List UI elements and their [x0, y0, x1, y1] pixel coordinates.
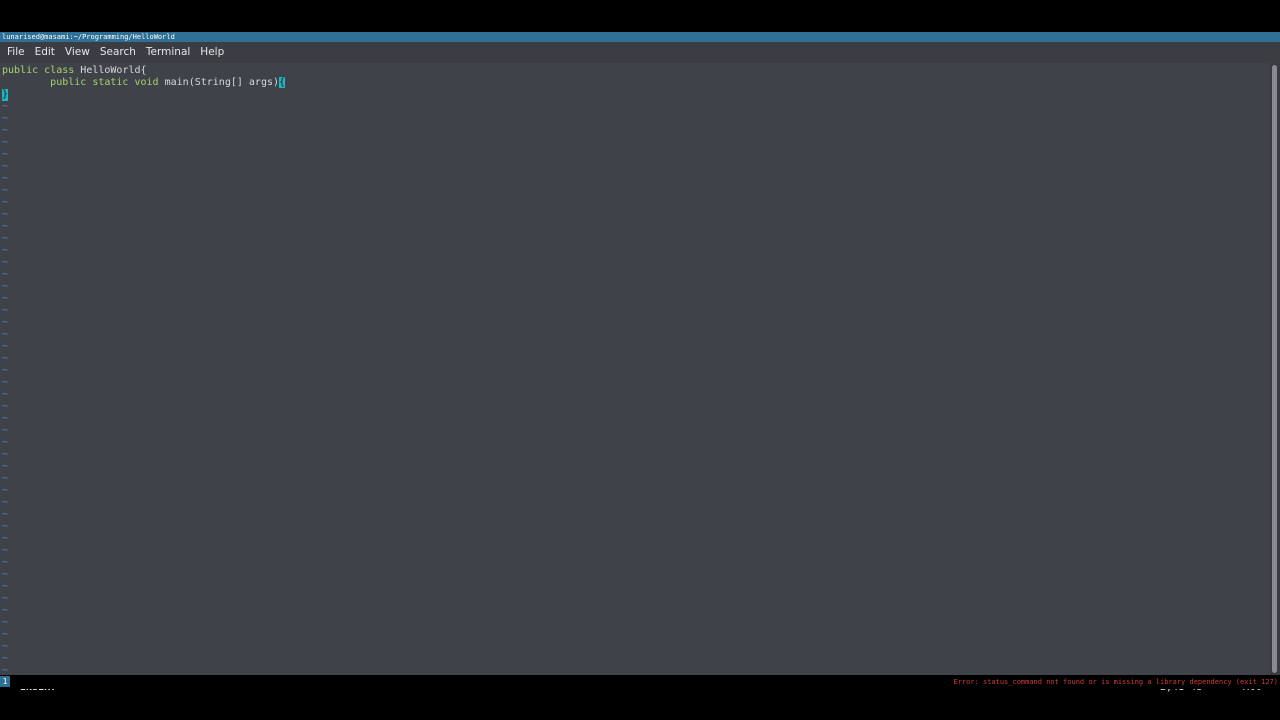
- empty-line-tilde: ~: [2, 545, 9, 556]
- empty-line-tilde: ~: [2, 125, 9, 136]
- empty-line-tilde: ~: [2, 617, 9, 628]
- class-name: HelloWorld: [80, 65, 141, 76]
- terminal-window: lunarised@masami:~/Programming/HelloWorl…: [0, 32, 1280, 693]
- empty-line-tilde: ~: [2, 173, 9, 184]
- keyword-public: public: [2, 65, 39, 76]
- empty-line-tilde: ~: [2, 581, 9, 592]
- empty-line-tilde: ~: [2, 257, 9, 268]
- empty-line-tilde: ~: [2, 401, 9, 412]
- window-titlebar[interactable]: lunarised@masami:~/Programming/HelloWorl…: [0, 32, 1280, 42]
- empty-line-tilde: ~: [2, 629, 9, 640]
- empty-line-tilde: ~: [2, 533, 9, 544]
- keyword-public: public: [50, 77, 87, 88]
- empty-line-tilde: ~: [2, 437, 9, 448]
- menu-help[interactable]: Help: [195, 42, 229, 63]
- text-cursor: }: [2, 89, 9, 101]
- menu-view[interactable]: View: [60, 42, 95, 63]
- empty-line-tilde: ~: [2, 233, 9, 244]
- empty-line-tilde: ~: [2, 497, 9, 508]
- empty-line-tilde: ~: [2, 473, 9, 484]
- empty-line-tilde: ~: [2, 509, 9, 520]
- empty-line-tilde: ~: [2, 305, 9, 316]
- empty-line-tilde: ~: [2, 389, 9, 400]
- empty-line-tilde: ~: [2, 269, 9, 280]
- keyword-class: class: [44, 65, 75, 76]
- open-brace: {: [140, 65, 147, 76]
- empty-line-tilde: ~: [2, 377, 9, 388]
- menu-edit[interactable]: Edit: [30, 42, 60, 63]
- code-line-1: public class HelloWorld{: [2, 65, 147, 77]
- empty-line-tilde: ~: [2, 281, 9, 292]
- menubar: File Edit View Search Terminal Help: [0, 42, 1280, 63]
- empty-line-tilde: ~: [2, 557, 9, 568]
- scrollbar-thumb[interactable]: [1272, 65, 1277, 673]
- keyword-static: static: [92, 77, 129, 88]
- empty-line-tilde: ~: [2, 197, 9, 208]
- empty-line-tilde: ~: [2, 149, 9, 160]
- status-error-message: Error: status_command not found or is mi…: [953, 678, 1278, 686]
- empty-line-tilde: ~: [2, 101, 9, 112]
- vertical-scrollbar[interactable]: [1270, 63, 1280, 675]
- empty-line-tilde: ~: [2, 653, 9, 664]
- status-bar: 1 Error: status_command not found or is …: [0, 675, 1280, 689]
- empty-line-tilde: ~: [2, 461, 9, 472]
- workspace-indicator[interactable]: 1: [0, 676, 10, 687]
- desktop-top-area: [0, 0, 1280, 32]
- code-line-3: }: [2, 89, 8, 101]
- empty-line-tilde: ~: [2, 113, 9, 124]
- empty-line-tilde: ~: [2, 521, 9, 532]
- empty-line-tilde: ~: [2, 641, 9, 652]
- empty-line-tilde: ~: [2, 449, 9, 460]
- empty-line-tilde: ~: [2, 137, 9, 148]
- empty-line-tilde: ~: [2, 209, 9, 220]
- menu-search[interactable]: Search: [95, 42, 141, 63]
- menu-file[interactable]: File: [2, 42, 30, 63]
- empty-line-tilde: ~: [2, 293, 9, 304]
- menu-terminal[interactable]: Terminal: [141, 42, 195, 63]
- empty-line-tilde: ~: [2, 341, 9, 352]
- empty-line-tilde: ~: [2, 425, 9, 436]
- matched-brace-highlight: {: [279, 77, 286, 88]
- empty-line-tilde: ~: [2, 317, 9, 328]
- keyword-void: void: [134, 77, 159, 88]
- empty-line-tilde: ~: [2, 353, 9, 364]
- empty-line-tilde: ~: [2, 185, 9, 196]
- empty-line-tilde: ~: [2, 605, 9, 616]
- empty-line-tilde: ~: [2, 245, 9, 256]
- empty-line-tilde: ~: [2, 413, 9, 424]
- empty-line-tilde: ~: [2, 485, 9, 496]
- empty-line-tilde: ~: [2, 161, 9, 172]
- vim-editor-area[interactable]: public class HelloWorld{ public static v…: [0, 63, 1270, 693]
- empty-line-tilde: ~: [2, 221, 9, 232]
- empty-line-tilde: ~: [2, 593, 9, 604]
- empty-line-tilde: ~: [2, 569, 9, 580]
- window-title: lunarised@masami:~/Programming/HelloWorl…: [2, 33, 175, 41]
- method-signature: main(String[] args): [164, 77, 279, 88]
- empty-line-tilde: ~: [2, 329, 9, 340]
- code-line-2: public static void main(String[] args){: [2, 77, 286, 89]
- empty-line-tilde: ~: [2, 365, 9, 376]
